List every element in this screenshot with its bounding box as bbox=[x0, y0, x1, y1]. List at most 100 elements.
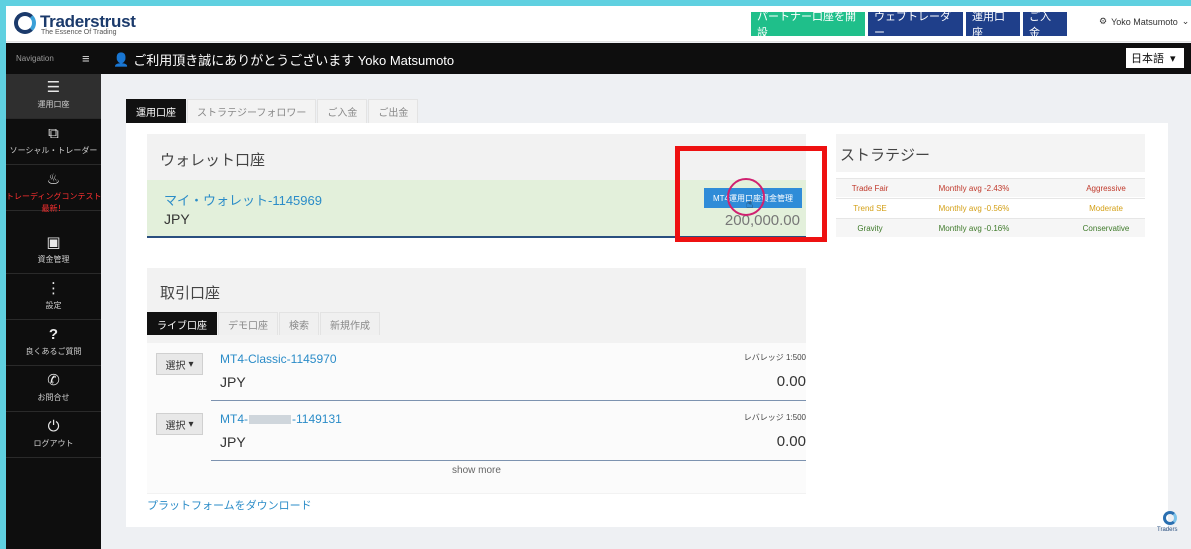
open-partner-account-button[interactable]: パートナー口座を開設 bbox=[751, 11, 865, 39]
sidebar-item-sublabel: 最新！ bbox=[41, 204, 66, 213]
account-amount: 0.00 bbox=[776, 373, 806, 390]
top-header: Traderstrust The Essence Of Trading パートナ… bbox=[6, 6, 1191, 42]
sidebar-item-label: ソーシャル・トレーダー bbox=[9, 146, 98, 155]
money-icon: ▣ bbox=[46, 234, 61, 251]
download-platform-link[interactable]: プラットフォームをダウンロード bbox=[147, 497, 312, 513]
account-name-link[interactable]: MT4- -1149131 bbox=[220, 412, 342, 426]
sidebar-item-label: 資金管理 bbox=[37, 255, 70, 264]
row-divider bbox=[211, 400, 806, 401]
deposit-button[interactable]: ご入金 bbox=[1023, 11, 1067, 39]
trading-section-title: 取引口座 bbox=[160, 285, 221, 302]
power-icon: ⏻ bbox=[47, 418, 60, 435]
strategy-row[interactable]: Trend SE Monthly avg -0.56% Moderate bbox=[836, 198, 1145, 217]
sidebar-item-label: 良くあるご質問 bbox=[25, 347, 82, 356]
tab-withdrawal[interactable]: ご出金 bbox=[368, 99, 419, 123]
sidebar-item-fund-management[interactable]: ▣ 資金管理 bbox=[6, 229, 101, 274]
sidebar-item-label: お問合せ bbox=[37, 393, 70, 402]
account-currency: JPY bbox=[220, 374, 246, 390]
user-icon: 👤 bbox=[113, 51, 130, 67]
strategy-header: ストラテジー bbox=[836, 134, 1145, 172]
web-trader-button[interactable]: ウェブトレーダー bbox=[868, 11, 963, 39]
account-name-link[interactable]: MT4-Classic-1145970 bbox=[220, 352, 337, 366]
caret-down-icon: ▾ bbox=[188, 358, 194, 370]
redacted-blur bbox=[249, 415, 291, 425]
wallet-name-link[interactable]: マイ・ウォレット-1145969 bbox=[164, 190, 322, 209]
caret-down-icon: ▾ bbox=[1170, 52, 1176, 65]
gear-icon: ⚙ bbox=[1099, 16, 1108, 26]
sidebar-item-trading-contest[interactable]: ♨ トレーディングコンテスト 最新！ bbox=[6, 166, 102, 213]
logo-tagline: The Essence Of Trading bbox=[41, 29, 117, 36]
show-more-link[interactable]: show more bbox=[147, 465, 806, 476]
phone-icon: ✆ bbox=[47, 372, 60, 389]
user-name: Yoko Matsumoto bbox=[1111, 16, 1178, 27]
account-list: 選択 ▾ MT4-Classic-1145970 レバレッジ 1:500 JPY… bbox=[147, 343, 806, 493]
tab-demo-accounts[interactable]: デモ口座 bbox=[218, 312, 278, 335]
sidebar-item-faq[interactable]: ? 良くあるご質問 bbox=[6, 321, 101, 366]
traderstrust-logo[interactable]: Traderstrust The Essence Of Trading bbox=[14, 12, 136, 38]
account-row: 選択 ▾ MT4- -1149131 レバレッジ 1:500 JPY 0.00 bbox=[147, 403, 806, 461]
sidebar-item-label: トレーディングコンテスト bbox=[6, 192, 102, 201]
copy-icon: ⧉ bbox=[48, 125, 59, 142]
account-name-prefix: MT4- bbox=[220, 412, 248, 426]
question-icon: ? bbox=[48, 326, 59, 343]
strategy-monthly-avg: Monthly avg -2.43% bbox=[938, 183, 1010, 193]
tab-new-account[interactable]: 新規作成 bbox=[320, 312, 380, 335]
caret-down-icon: ▾ bbox=[188, 418, 194, 430]
chevron-down-icon: ⌄ bbox=[1181, 16, 1190, 26]
sidebar-item-label: 運用口座 bbox=[37, 100, 70, 109]
sidebar-item-label: ログアウト bbox=[33, 439, 74, 448]
welcome-text: ご利用頂き誠にありがとうございます Yoko Matsumoto bbox=[133, 53, 455, 68]
sidebar-item-social-trader[interactable]: ⧉ ソーシャル・トレーダー bbox=[6, 120, 101, 165]
sub-header: Navigation ≡ 👤 ご利用頂き誠にありがとうございます Yoko Ma… bbox=[6, 43, 1191, 74]
wallet-currency: JPY bbox=[164, 211, 190, 227]
logo-ring-icon bbox=[1163, 511, 1177, 525]
sidebar-item-logout[interactable]: ⏻ ログアウト bbox=[6, 413, 101, 458]
strategy-risk: Aggressive bbox=[1086, 183, 1126, 193]
tab-trading-accounts[interactable]: 運用口座 bbox=[126, 99, 186, 123]
dots-icon: ⋮ bbox=[46, 280, 61, 297]
sidebar-item-trading-accounts[interactable]: ☰ 運用口座 bbox=[6, 74, 101, 119]
navigation-label: Navigation bbox=[16, 54, 54, 63]
user-menu[interactable]: ⚙ Yoko Matsumoto ⌄ bbox=[1099, 16, 1189, 27]
strategy-row[interactable]: Gravity Monthly avg -0.16% Conservative bbox=[836, 218, 1145, 237]
account-amount: 0.00 bbox=[776, 433, 806, 450]
corner-logo-text: Traders bbox=[1157, 527, 1178, 533]
strategy-name: Trade Fair bbox=[851, 183, 889, 193]
corner-logo: Traders bbox=[1155, 511, 1185, 545]
strategy-section-title: ストラテジー bbox=[840, 147, 931, 164]
logo-ring-icon bbox=[14, 12, 36, 34]
account-row: 選択 ▾ MT4-Classic-1145970 レバレッジ 1:500 JPY… bbox=[147, 343, 806, 401]
account-name-suffix: -1149131 bbox=[292, 412, 342, 426]
sidebar-item-settings[interactable]: ⋮ 設定 bbox=[6, 275, 101, 320]
strategy-row[interactable]: Trade Fair Monthly avg -2.43% Aggressive bbox=[836, 178, 1145, 197]
wallet-section-title: ウォレット口座 bbox=[160, 152, 266, 169]
tab-strategy-follower[interactable]: ストラテジーフォロワー bbox=[187, 99, 317, 123]
language-select[interactable]: 日本語 ▾ bbox=[1126, 48, 1184, 68]
select-dropdown-button[interactable]: 選択 ▾ bbox=[156, 413, 203, 435]
strategy-risk: Moderate bbox=[1089, 203, 1123, 213]
sidebar-item-contact[interactable]: ✆ お問合せ bbox=[6, 367, 101, 412]
strategy-monthly-avg: Monthly avg -0.56% bbox=[938, 203, 1010, 213]
strategy-name: Gravity bbox=[857, 223, 883, 233]
account-currency: JPY bbox=[220, 434, 246, 450]
strategy-section: ストラテジー Trade Fair Monthly avg -2.43% Agg… bbox=[836, 134, 1145, 237]
tab-deposit[interactable]: ご入金 bbox=[317, 99, 368, 123]
trading-accounts-button[interactable]: 運用口座 bbox=[966, 11, 1020, 39]
welcome-message: 👤 ご利用頂き誠にありがとうございます Yoko Matsumoto bbox=[113, 50, 454, 69]
tab-search[interactable]: 検索 bbox=[279, 312, 319, 335]
app-frame: Traderstrust The Essence Of Trading パートナ… bbox=[6, 6, 1191, 549]
account-name: MT4-Classic-1145970 bbox=[220, 352, 337, 366]
leverage-label: レバレッジ 1:500 bbox=[743, 413, 806, 422]
select-label: 選択 bbox=[165, 360, 186, 372]
server-icon: ☰ bbox=[46, 79, 61, 96]
language-value: 日本語 bbox=[1131, 53, 1164, 65]
select-label: 選択 bbox=[165, 420, 186, 432]
strategy-monthly-avg: Monthly avg -0.16% bbox=[938, 223, 1010, 233]
strategy-name: Trend SE bbox=[853, 203, 887, 213]
leverage-label: レバレッジ 1:500 bbox=[743, 353, 806, 362]
trading-account-tabs: ライブ口座 デモ口座 検索 新規作成 bbox=[147, 312, 381, 335]
strategy-risk: Conservative bbox=[1082, 223, 1130, 233]
tab-live-accounts[interactable]: ライブ口座 bbox=[147, 312, 217, 335]
hamburger-menu-icon[interactable]: ≡ bbox=[82, 51, 90, 66]
select-dropdown-button[interactable]: 選択 ▾ bbox=[156, 353, 203, 375]
